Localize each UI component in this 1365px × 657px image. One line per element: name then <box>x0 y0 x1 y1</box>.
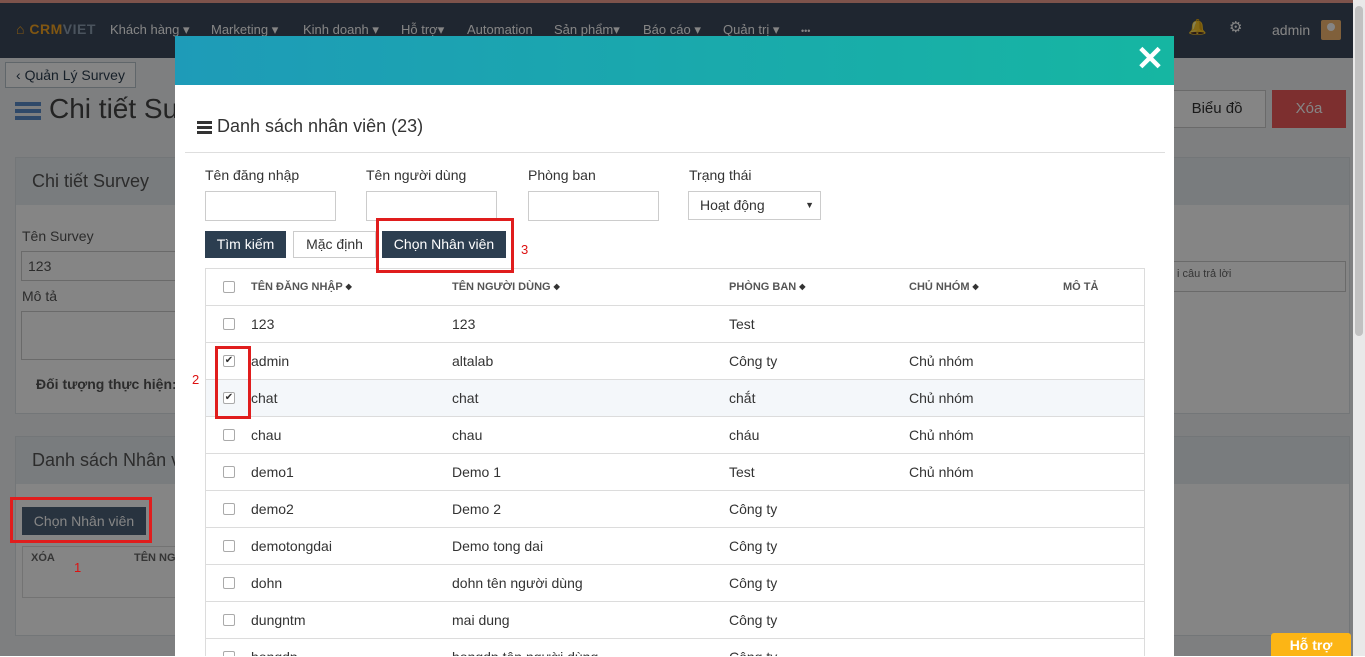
cell-fullname: chau <box>452 427 483 443</box>
col-department-label: PHÒNG BAN <box>729 281 797 293</box>
page-scrollbar[interactable] <box>1353 0 1365 656</box>
cell-department: chắt <box>729 390 756 406</box>
filter-username-label: Tên đăng nhập <box>205 167 300 183</box>
cell-department: Công ty <box>729 538 778 554</box>
table-row[interactable]: ✔ chat chat chắt Chủ nhóm <box>206 380 1144 417</box>
col-fullname-label: TÊN NGƯỜI DÙNG <box>452 281 551 293</box>
cell-department: cháu <box>729 427 760 443</box>
cell-username: demo2 <box>251 501 294 517</box>
close-icon[interactable]: ✕ <box>1135 42 1165 76</box>
annotation-number-1: 1 <box>74 560 82 575</box>
cell-username: demo1 <box>251 464 294 480</box>
cell-department: Công ty <box>729 575 778 591</box>
filter-department-input[interactable] <box>528 191 659 221</box>
filter-fullname-label: Tên người dùng <box>366 167 467 183</box>
cell-username: dungntm <box>251 612 306 628</box>
cell-department: Công ty <box>729 501 778 517</box>
row-checkbox[interactable] <box>223 429 235 441</box>
search-button[interactable]: Tìm kiếm <box>205 231 286 258</box>
filter-status-label: Trạng thái <box>689 167 752 183</box>
sort-icon: ◆ <box>345 282 352 292</box>
cell-fullname: 123 <box>452 316 476 332</box>
table-row[interactable]: chau chau cháu Chủ nhóm <box>206 417 1144 454</box>
menu-icon <box>197 119 212 136</box>
annotation-box-3 <box>376 218 514 273</box>
table-header-row: TÊN ĐĂNG NHẬP ◆ TÊN NGƯỜI DÙNG ◆ PHÒNG BAN… <box>206 269 1144 306</box>
cell-username: admin <box>251 353 290 369</box>
cell-department: Công ty <box>729 353 778 369</box>
cell-username: dohn <box>251 575 283 591</box>
col-department[interactable]: PHÒNG BAN ◆ <box>729 269 805 305</box>
col-username[interactable]: TÊN ĐĂNG NHẬP ◆ <box>251 269 352 305</box>
scrollbar-thumb[interactable] <box>1355 6 1363 336</box>
row-checkbox[interactable] <box>223 466 235 478</box>
default-button[interactable]: Mặc định <box>293 231 376 258</box>
row-checkbox[interactable] <box>223 318 235 330</box>
cell-leader: Chủ nhóm <box>909 464 974 480</box>
annotation-box-1 <box>10 497 152 543</box>
select-all-checkbox[interactable] <box>223 281 235 293</box>
cell-department: Test <box>729 316 755 332</box>
table-row[interactable]: demotongdai Demo tong dai Công ty <box>206 528 1144 565</box>
cell-department: Công ty <box>729 639 777 656</box>
row-checkbox[interactable] <box>223 614 235 626</box>
row-checkbox[interactable] <box>223 577 235 589</box>
modal-header: ✕ <box>175 36 1174 85</box>
cell-fullname: Demo 2 <box>452 501 502 517</box>
annotation-number-2: 2 <box>192 372 200 387</box>
cell-department: Test <box>729 464 755 480</box>
table-row[interactable]: 123 123 Test <box>206 306 1144 343</box>
cell-fullname: hongdp tên người dùng <box>452 639 598 656</box>
col-username-label: TÊN ĐĂNG NHẬP <box>251 281 343 293</box>
table-row[interactable]: dungntm mai dung Công ty <box>206 602 1144 639</box>
cell-fullname: dohn tên người dùng <box>452 575 583 591</box>
sort-icon: ◆ <box>553 282 560 292</box>
modal-divider <box>185 152 1165 153</box>
col-fullname[interactable]: TÊN NGƯỜI DÙNG ◆ <box>452 269 560 305</box>
table-row[interactable]: dohn dohn tên người dùng Công ty <box>206 565 1144 602</box>
filter-department-label: Phòng ban <box>528 167 596 183</box>
col-leader-label: CHỦ NHÓM <box>909 281 970 293</box>
cell-leader: Chủ nhóm <box>909 353 974 369</box>
annotation-number-3: 3 <box>521 242 529 257</box>
cell-leader: Chủ nhóm <box>909 390 974 406</box>
cell-fullname: Demo 1 <box>452 464 502 480</box>
cell-username: chat <box>251 390 278 406</box>
staff-picker-modal: ✕ Danh sách nhân viên (23) Tên đăng nhập… <box>175 36 1174 656</box>
modal-title: Danh sách nhân viên (23) <box>197 116 423 137</box>
cell-username: hongdp <box>251 639 298 656</box>
annotation-box-2 <box>215 346 251 419</box>
row-checkbox[interactable] <box>223 540 235 552</box>
filter-username-input[interactable] <box>205 191 336 221</box>
table-row[interactable]: ✔ admin altalab Công ty Chủ nhóm <box>206 343 1144 380</box>
staff-table: TÊN ĐĂNG NHẬP ◆ TÊN NGƯỜI DÙNG ◆ PHÒNG BAN… <box>205 268 1145 656</box>
col-leader[interactable]: CHỦ NHÓM ◆ <box>909 269 979 305</box>
cell-fullname: chat <box>452 390 479 406</box>
cell-fullname: Demo tong dai <box>452 538 544 554</box>
col-description: MÔ TẢ <box>1063 281 1099 293</box>
filter-status-select[interactable]: Hoạt động ▼ <box>688 191 821 220</box>
row-checkbox[interactable] <box>223 651 235 656</box>
table-row[interactable]: hongdp hongdp tên người dùng Công ty <box>206 639 1144 656</box>
caret-down-icon: ▼ <box>805 200 814 210</box>
cell-username: chau <box>251 427 282 443</box>
modal-title-text: Danh sách nhân viên (23) <box>217 116 424 136</box>
sort-icon: ◆ <box>972 282 979 292</box>
filter-fullname-input[interactable] <box>366 191 497 221</box>
cell-fullname: altalab <box>452 353 494 369</box>
table-body: 123 123 Test ✔ admin altalab Công ty Chủ nhóm ✔ c… <box>206 306 1144 656</box>
table-row[interactable]: demo1 Demo 1 Test Chủ nhóm <box>206 454 1144 491</box>
status-selected-value: Hoạt động <box>700 197 765 213</box>
cell-fullname: mai dung <box>452 612 510 628</box>
support-button[interactable]: Hỗ trợ <box>1271 633 1351 656</box>
sort-icon: ◆ <box>799 282 806 292</box>
cell-username: 123 <box>251 316 275 332</box>
cell-username: demotongdai <box>251 538 332 554</box>
cell-department: Công ty <box>729 612 778 628</box>
table-row[interactable]: demo2 Demo 2 Công ty <box>206 491 1144 528</box>
cell-leader: Chủ nhóm <box>909 427 974 443</box>
row-checkbox[interactable] <box>223 503 235 515</box>
